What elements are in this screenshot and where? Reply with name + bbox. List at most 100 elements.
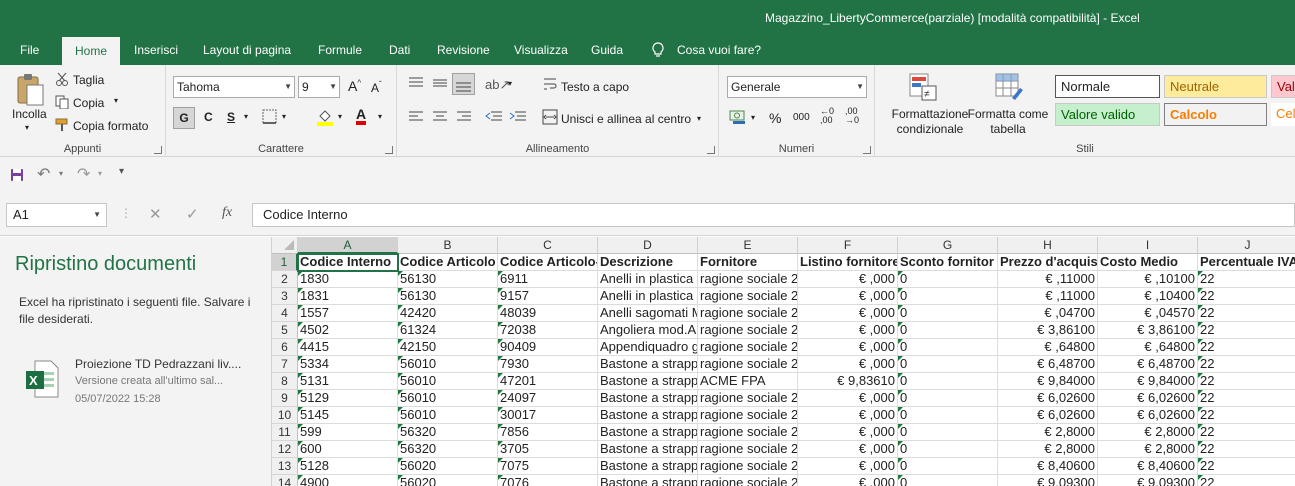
data-cell[interactable]: 0: [898, 390, 998, 407]
tab-data[interactable]: Dati: [389, 36, 410, 65]
data-cell[interactable]: 0: [898, 305, 998, 322]
data-cell[interactable]: ragione sociale 2: [698, 407, 798, 424]
data-cell[interactable]: Angoliera mod.A: [598, 322, 698, 339]
borders-dropdown-icon[interactable]: ▾: [282, 112, 286, 121]
alignment-launcher-icon[interactable]: [707, 146, 715, 154]
save-icon[interactable]: [10, 168, 24, 182]
data-cell[interactable]: 90409: [498, 339, 598, 356]
underline-button[interactable]: S: [227, 110, 235, 124]
data-cell[interactable]: 61324: [398, 322, 498, 339]
row-header[interactable]: 9: [272, 390, 298, 407]
data-cell[interactable]: 5334: [298, 356, 398, 373]
insert-function-button[interactable]: fx: [222, 205, 232, 221]
data-cell[interactable]: 22: [1198, 458, 1295, 475]
data-cell[interactable]: 599: [298, 424, 398, 441]
decrease-indent-icon[interactable]: [485, 111, 503, 123]
data-cell[interactable]: ragione sociale 2: [698, 475, 798, 486]
data-cell[interactable]: € 3,86100: [998, 322, 1098, 339]
data-cell[interactable]: Bastone a strapp: [598, 475, 698, 486]
data-cell[interactable]: 7076: [498, 475, 598, 486]
increase-decimal-icon[interactable]: ←0,00: [820, 107, 834, 125]
data-cell[interactable]: 0: [898, 271, 998, 288]
row-header[interactable]: 5: [272, 322, 298, 339]
row-header[interactable]: 13: [272, 458, 298, 475]
data-cell[interactable]: € ,000: [798, 424, 898, 441]
data-cell[interactable]: € 8,40600: [998, 458, 1098, 475]
data-cell[interactable]: € 6,02600: [998, 390, 1098, 407]
header-cell[interactable]: Fornitore: [698, 254, 798, 271]
data-cell[interactable]: 6911: [498, 271, 598, 288]
header-cell[interactable]: Percentuale IVA: [1198, 254, 1295, 271]
data-cell[interactable]: 3705: [498, 441, 598, 458]
data-cell[interactable]: 56010: [398, 373, 498, 390]
data-cell[interactable]: 24097: [498, 390, 598, 407]
data-cell[interactable]: 56010: [398, 390, 498, 407]
header-cell[interactable]: Prezzo d'acquist: [998, 254, 1098, 271]
align-top-icon[interactable]: [408, 77, 424, 89]
data-cell[interactable]: € 6,02600: [1098, 390, 1198, 407]
font-launcher-icon[interactable]: [385, 146, 393, 154]
style-bad[interactable]: Vale: [1271, 75, 1295, 98]
data-cell[interactable]: Appendiquadro g: [598, 339, 698, 356]
font-color-icon[interactable]: A: [356, 107, 367, 125]
data-cell[interactable]: 1557: [298, 305, 398, 322]
data-cell[interactable]: Bastone a strapp: [598, 458, 698, 475]
data-cell[interactable]: € ,64800: [1098, 339, 1198, 356]
data-cell[interactable]: € ,000: [798, 475, 898, 486]
data-cell[interactable]: ACME FPA: [698, 373, 798, 390]
tab-file[interactable]: File: [20, 36, 39, 65]
data-cell[interactable]: Bastone a strapp: [598, 390, 698, 407]
align-left-icon[interactable]: [408, 111, 424, 123]
data-cell[interactable]: 48039: [498, 305, 598, 322]
data-cell[interactable]: € 9,84000: [998, 373, 1098, 390]
tab-view[interactable]: Visualizza: [514, 36, 568, 65]
data-cell[interactable]: € 2,8000: [998, 424, 1098, 441]
data-cell[interactable]: € ,000: [798, 288, 898, 305]
decrease-decimal-icon[interactable]: ,00 →0: [845, 107, 859, 125]
recovered-file-item[interactable]: X Proiezione TD Pedrazzani liv.... Versi…: [15, 350, 265, 410]
data-cell[interactable]: € ,64800: [998, 339, 1098, 356]
style-good[interactable]: Valore valido: [1055, 103, 1160, 126]
row-header[interactable]: 10: [272, 407, 298, 424]
row-header[interactable]: 11: [272, 424, 298, 441]
data-cell[interactable]: ragione sociale 2: [698, 390, 798, 407]
data-cell[interactable]: 7075: [498, 458, 598, 475]
font-color-dropdown-icon[interactable]: ▾: [378, 112, 382, 121]
data-cell[interactable]: 22: [1198, 339, 1295, 356]
header-cell[interactable]: Codice Interno: [298, 254, 398, 271]
header-cell[interactable]: Codice Articolo: [398, 254, 498, 271]
data-cell[interactable]: 1831: [298, 288, 398, 305]
data-cell[interactable]: 0: [898, 339, 998, 356]
data-cell[interactable]: Bastone a strapp: [598, 407, 698, 424]
cancel-icon[interactable]: ✕: [149, 205, 162, 223]
underline-dropdown-icon[interactable]: ▾: [244, 112, 248, 121]
data-cell[interactable]: € ,11000: [998, 288, 1098, 305]
data-cell[interactable]: € ,000: [798, 458, 898, 475]
data-cell[interactable]: 5128: [298, 458, 398, 475]
data-cell[interactable]: € 9,09300: [1098, 475, 1198, 486]
data-cell[interactable]: 47201: [498, 373, 598, 390]
data-cell[interactable]: 0: [898, 356, 998, 373]
data-cell[interactable]: 22: [1198, 322, 1295, 339]
data-cell[interactable]: 0: [898, 424, 998, 441]
data-cell[interactable]: € 9,09300: [998, 475, 1098, 486]
merge-dropdown-icon[interactable]: ▾: [697, 114, 701, 123]
orientation-icon[interactable]: ab↗: [485, 77, 510, 93]
column-header-d[interactable]: D: [598, 237, 698, 254]
row-header[interactable]: 4: [272, 305, 298, 322]
data-cell[interactable]: 5145: [298, 407, 398, 424]
data-cell[interactable]: 5129: [298, 390, 398, 407]
data-cell[interactable]: 5131: [298, 373, 398, 390]
data-cell[interactable]: € 6,48700: [998, 356, 1098, 373]
data-cell[interactable]: 0: [898, 288, 998, 305]
data-cell[interactable]: € 6,48700: [1098, 356, 1198, 373]
data-cell[interactable]: ragione sociale 2: [698, 322, 798, 339]
align-right-icon[interactable]: [456, 111, 472, 123]
data-cell[interactable]: 22: [1198, 356, 1295, 373]
data-cell[interactable]: Bastone a strapp: [598, 356, 698, 373]
currency-dropdown-icon[interactable]: ▾: [751, 113, 755, 122]
data-cell[interactable]: Anelli in plastica: [598, 288, 698, 305]
column-header-j[interactable]: J: [1198, 237, 1295, 254]
font-size-select[interactable]: 9 ▼: [298, 76, 340, 98]
data-cell[interactable]: 4900: [298, 475, 398, 486]
